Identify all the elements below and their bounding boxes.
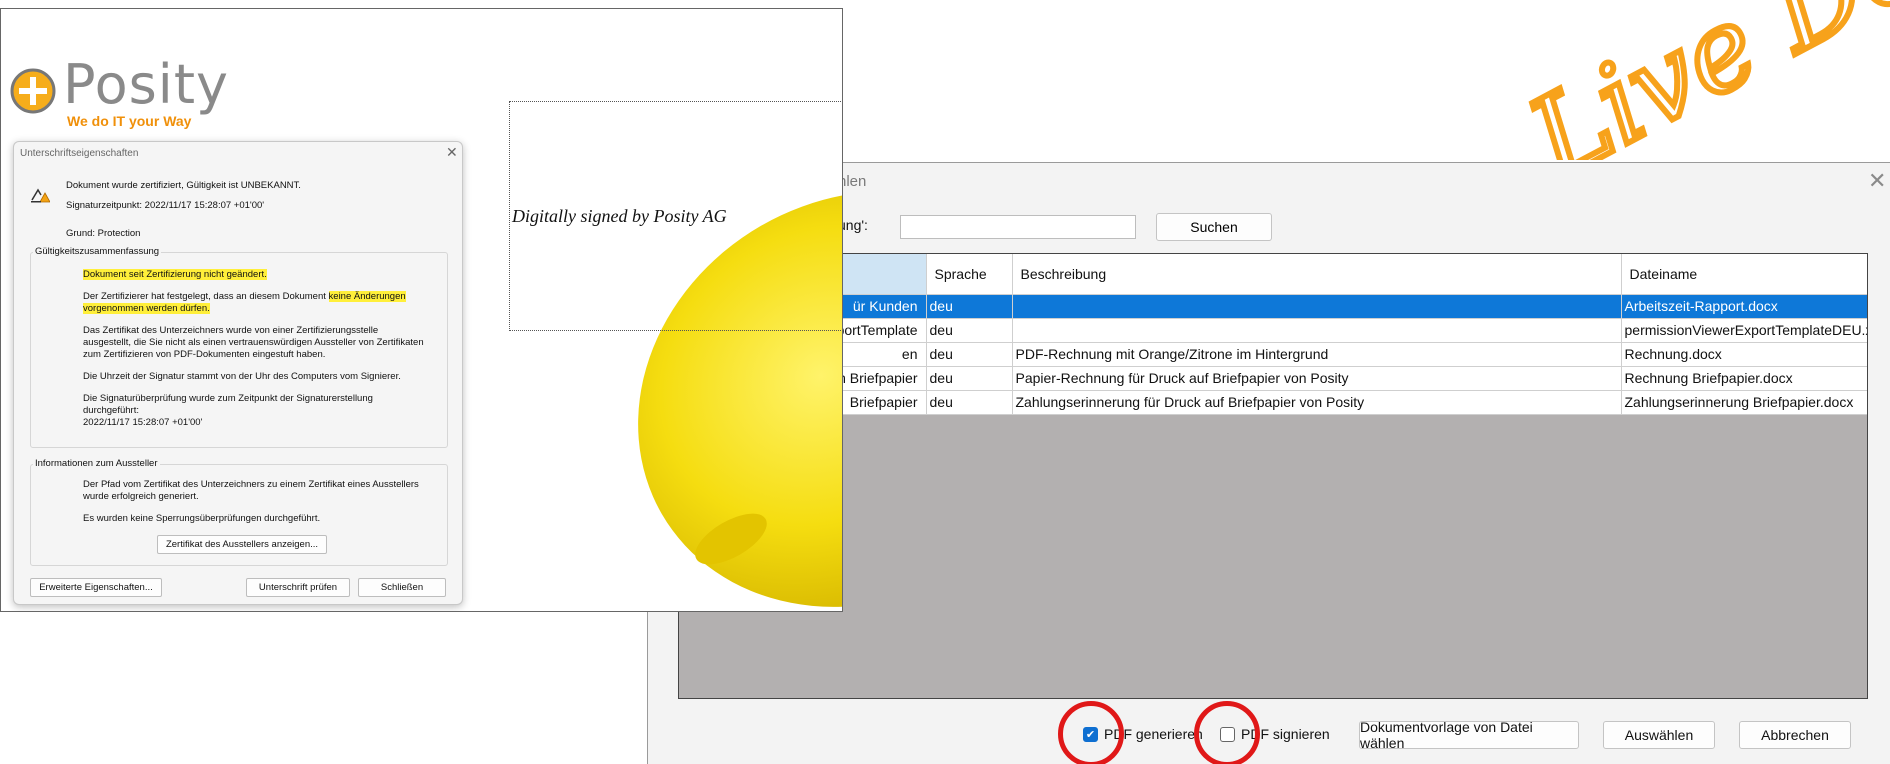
- validity-line: Der Zertifizierer hat festgelegt, dass a…: [83, 291, 406, 303]
- cell-filename: Arbeitszeit-Rapport.docx: [1621, 294, 1867, 319]
- logo-tagline: We do IT your Way: [67, 113, 192, 129]
- cell-filename: Rechnung.docx: [1621, 342, 1867, 367]
- table-row[interactable]: ür Kunden deu Arbeitszeit-Rapport.docx: [679, 294, 1867, 319]
- column-header-description[interactable]: Beschreibung: [1012, 254, 1622, 295]
- validity-text: Der Zertifizierer hat festgelegt, dass a…: [83, 291, 329, 302]
- highlighted-text: Dokument seit Zertifizierung nicht geänd…: [83, 269, 267, 280]
- signature-status: Dokument wurde zertifiziert, Gültigkeit …: [66, 180, 301, 191]
- signature-text: Digitally signed by Posity AG: [512, 206, 727, 226]
- close-icon[interactable]: ✕: [1868, 168, 1886, 194]
- show-issuer-certificate-button[interactable]: Zertifikat des Ausstellers anzeigen...: [157, 535, 327, 554]
- table-row[interactable]: portTemplate deu permissionViewerExportT…: [679, 318, 1867, 343]
- logo-name: Posity: [63, 53, 229, 116]
- posity-plus-icon: [10, 68, 56, 114]
- highlight-circle: [1194, 701, 1260, 764]
- close-icon[interactable]: ✕: [446, 144, 458, 161]
- signature-properties-dialog: Unterschriftseigenschaften ✕ Dokument wu…: [13, 141, 463, 605]
- watermark-text: Live De: [1508, 0, 1890, 160]
- validity-line: vorgenommen werden dürfen.: [83, 303, 210, 315]
- table-row[interactable]: en deu PDF-Rechnung mit Orange/Zitrone i…: [679, 342, 1867, 367]
- issuer-line: wurde erfolgreich generiert.: [83, 491, 199, 502]
- table-row[interactable]: en Briefpapier deu Papier-Rechnung für D…: [679, 366, 1867, 391]
- cell-description: PDF-Rechnung mit Orange/Zitrone im Hinte…: [1012, 342, 1622, 367]
- validity-line: durchgeführt:: [83, 405, 139, 416]
- cell-language: deu: [926, 342, 1013, 367]
- issuer-line: Es wurden keine Sperrungsüberprüfungen d…: [83, 513, 321, 524]
- issuer-info-group: Informationen zum Aussteller Der Pfad vo…: [30, 458, 448, 566]
- close-button[interactable]: Schließen: [358, 578, 446, 597]
- validity-group-label: Gültigkeitszusammenfassung: [33, 246, 162, 257]
- search-input[interactable]: [900, 215, 1136, 239]
- cell-filename: Rechnung Briefpapier.docx: [1621, 366, 1867, 391]
- cell-language: deu: [926, 294, 1013, 319]
- signature-reason: Grund: Protection: [66, 228, 141, 239]
- cell-description: Zahlungserinnerung für Druck auf Briefpa…: [1012, 390, 1622, 415]
- table-row[interactable]: Briefpapier deu Zahlungserinnerung für D…: [679, 390, 1867, 415]
- signature-timestamp: Signaturzeitpunkt: 2022/11/17 15:28:07 +…: [66, 200, 265, 211]
- highlight-circle: [1058, 701, 1124, 764]
- validity-line: 2022/11/17 15:28:07 +01'00': [83, 417, 203, 428]
- live-demo-watermark: Live De: [1505, 0, 1890, 160]
- cell-filename: Zahlungserinnerung Briefpapier.docx: [1621, 390, 1867, 415]
- cell-language: deu: [926, 318, 1013, 343]
- choose-template-file-button[interactable]: Dokumentvorlage von Datei wählen: [1359, 719, 1579, 751]
- validity-line: Die Signaturüberprüfung wurde zum Zeitpu…: [83, 393, 373, 404]
- pdf-page: Posity We do IT your Way Digitally signe…: [0, 8, 843, 612]
- validity-line: ausgestellt, die Sie nicht als einen ver…: [83, 337, 424, 348]
- issuer-group-label: Informationen zum Aussteller: [33, 458, 160, 469]
- template-table: Sprache Beschreibung Dateiname ür Kunden…: [679, 254, 1867, 415]
- props-title: Unterschriftseigenschaften: [20, 148, 139, 159]
- validity-summary-group: Gültigkeitszusammenfassung Dokument seit…: [30, 246, 448, 448]
- validity-line: Dokument seit Zertifizierung nicht geänd…: [83, 269, 267, 281]
- search-button[interactable]: Suchen: [1156, 213, 1272, 241]
- cell-description: [1012, 294, 1622, 319]
- select-button[interactable]: Auswählen: [1603, 721, 1715, 749]
- column-header-filename[interactable]: Dateiname: [1621, 254, 1867, 295]
- highlighted-text: keine Änderungen: [328, 291, 406, 302]
- signature-field[interactable]: Digitally signed by Posity AG: [509, 101, 842, 331]
- table-header-row: Sprache Beschreibung Dateiname: [679, 254, 1867, 295]
- template-grid: Sprache Beschreibung Dateiname ür Kunden…: [678, 253, 1868, 699]
- highlighted-text: vorgenommen werden dürfen.: [83, 303, 210, 314]
- column-header-language[interactable]: Sprache: [926, 254, 1013, 295]
- validity-line: zum Zertifizieren von PDF-Dokumenten ein…: [83, 349, 326, 360]
- signature-warning-icon: [31, 188, 50, 203]
- cell-language: deu: [926, 390, 1013, 415]
- cell-filename: permissionViewerExportTemplateDEU.xlsx: [1621, 318, 1867, 343]
- cell-language: deu: [926, 366, 1013, 391]
- validity-line: Die Uhrzeit der Signatur stammt von der …: [83, 371, 401, 382]
- verify-signature-button[interactable]: Unterschrift prüfen: [246, 578, 350, 597]
- advanced-properties-button[interactable]: Erweiterte Eigenschaften...: [30, 578, 162, 597]
- cancel-button[interactable]: Abbrechen: [1739, 721, 1851, 749]
- cell-description: Papier-Rechnung für Druck auf Briefpapie…: [1012, 366, 1622, 391]
- cell-description: [1012, 318, 1622, 343]
- issuer-line: Der Pfad vom Zertifikat des Unterzeichne…: [83, 479, 419, 490]
- validity-line: Das Zertifikat des Unterzeichners wurde …: [83, 325, 379, 336]
